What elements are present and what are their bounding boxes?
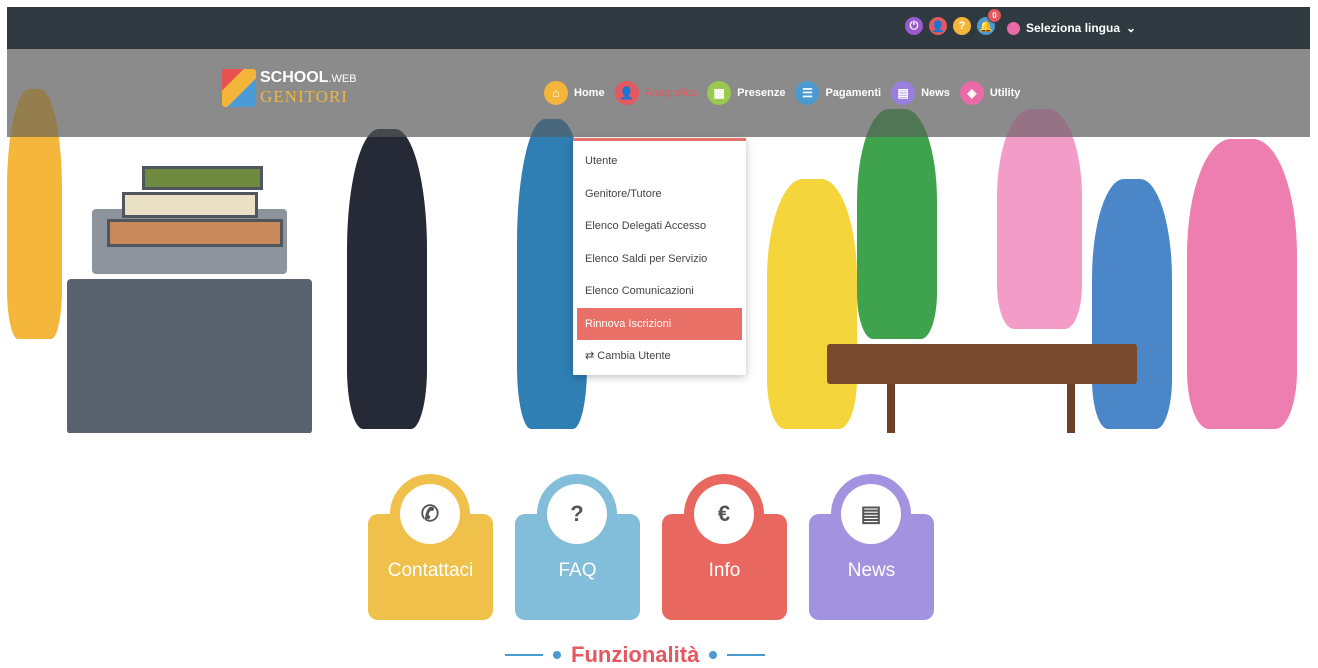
card-news[interactable]: ▤ News <box>809 474 934 620</box>
nav-label: Home <box>574 87 605 99</box>
dropdown-item-utente[interactable]: Utente <box>573 145 746 178</box>
top-bar: ⏻ 👤 ? 🔔 0 Seleziona lingua ⌄ <box>7 7 1310 49</box>
card-label: FAQ <box>558 560 597 581</box>
nav-item-presenze[interactable]: ▦ Presenze <box>707 81 785 105</box>
home-icon: ⌂ <box>544 81 568 105</box>
notification-badge: 0 <box>987 8 1002 23</box>
illustration-table-leg <box>887 384 895 433</box>
nav-label: Utility <box>989 87 1021 99</box>
heading-line <box>505 654 543 656</box>
top-icon-group: ⏻ 👤 ? 🔔 0 <box>905 8 1002 35</box>
quick-links: ✆ Contattaci ? FAQ € Info ▤ News <box>368 474 934 620</box>
heading-line <box>727 654 766 656</box>
card-contattaci[interactable]: ✆ Contattaci <box>368 474 493 620</box>
anagrafica-dropdown: Utente Genitore/Tutore Elenco Delegati A… <box>573 138 746 375</box>
chevron-down-icon: ⌄ <box>1126 21 1137 35</box>
dropdown-item-genitore-tutore[interactable]: Genitore/Tutore <box>573 178 746 211</box>
card-label: News <box>847 560 896 581</box>
illustration-child <box>1187 139 1297 429</box>
nav-item-pagamenti[interactable]: ☰ Pagamenti <box>795 81 881 105</box>
bell-icon[interactable]: 🔔 0 <box>977 8 1002 35</box>
main-nav: ⌂ Home 👤 Anagrafica ▦ Presenze ☰ Pagamen… <box>544 81 1020 105</box>
nav-item-news[interactable]: ▤ News <box>891 81 950 105</box>
illustration-child <box>857 109 937 339</box>
question-icon: ? <box>547 484 607 544</box>
user-icon[interactable]: 👤 <box>929 17 947 35</box>
logo-school: SCHOOL <box>260 69 329 86</box>
card-label: Info <box>708 560 741 581</box>
section-title: Funzionalità <box>571 642 700 667</box>
help-icon[interactable]: ? <box>953 17 971 35</box>
illustration-child <box>347 129 427 429</box>
heading-dot <box>709 651 718 659</box>
calendar-icon: ▦ <box>707 81 732 105</box>
language-selector[interactable]: Seleziona lingua ⌄ <box>1007 21 1136 35</box>
illustration-table <box>827 344 1137 384</box>
illustration-child <box>1092 179 1172 429</box>
card-label: Contattaci <box>387 560 474 581</box>
logo-mark <box>222 69 256 107</box>
illustration-tray <box>142 166 263 190</box>
illustration-tray <box>122 192 258 218</box>
illustration-table-leg <box>1067 384 1075 433</box>
logo-title: SCHOOL.WEB <box>260 69 357 87</box>
nav-item-home[interactable]: ⌂ Home <box>544 81 605 105</box>
dropdown-item-elenco-saldi[interactable]: Elenco Saldi per Servizio <box>573 243 746 276</box>
list-icon: ☰ <box>795 81 820 105</box>
nav-item-utility[interactable]: ◈ Utility <box>959 81 1021 105</box>
nav-label: Presenze <box>737 87 786 99</box>
illustration-child <box>997 109 1082 329</box>
code-icon: ◈ <box>959 81 984 105</box>
nav-item-anagrafica[interactable]: 👤 Anagrafica <box>614 81 698 105</box>
heading-dot <box>553 651 561 659</box>
person-icon: 👤 <box>614 81 639 105</box>
power-icon[interactable]: ⏻ <box>905 17 923 35</box>
illustration-tray <box>107 219 283 247</box>
card-info[interactable]: € Info <box>662 474 787 620</box>
illustration-child <box>767 179 857 429</box>
dropdown-item-rinnova-iscrizioni[interactable]: Rinnova Iscrizioni <box>577 307 742 340</box>
nav-label: News <box>921 87 950 99</box>
section-heading: Funzionalità <box>505 642 766 668</box>
logo-text: SCHOOL.WEB GENITORI <box>260 69 357 107</box>
nav-label: Pagamenti <box>825 87 882 99</box>
illustration-counter <box>67 279 312 433</box>
language-label: Seleziona lingua <box>1026 21 1121 35</box>
globe-icon <box>1007 21 1020 35</box>
dropdown-item-cambia-utente[interactable]: ⇄ Cambia Utente <box>573 340 746 373</box>
logo[interactable]: SCHOOL.WEB GENITORI <box>222 69 357 107</box>
newspaper-icon: ▤ <box>841 484 901 544</box>
euro-icon: € <box>694 484 754 544</box>
card-faq[interactable]: ? FAQ <box>515 474 640 620</box>
phone-icon: ✆ <box>400 484 460 544</box>
logo-subtitle: GENITORI <box>260 87 348 106</box>
nav-label: Anagrafica <box>644 87 698 99</box>
dropdown-item-elenco-delegati[interactable]: Elenco Delegati Accesso <box>573 210 746 243</box>
newspaper-icon: ▤ <box>891 81 916 105</box>
dropdown-item-elenco-comunicazioni[interactable]: Elenco Comunicazioni <box>573 275 746 308</box>
logo-web: .WEB <box>328 73 357 85</box>
